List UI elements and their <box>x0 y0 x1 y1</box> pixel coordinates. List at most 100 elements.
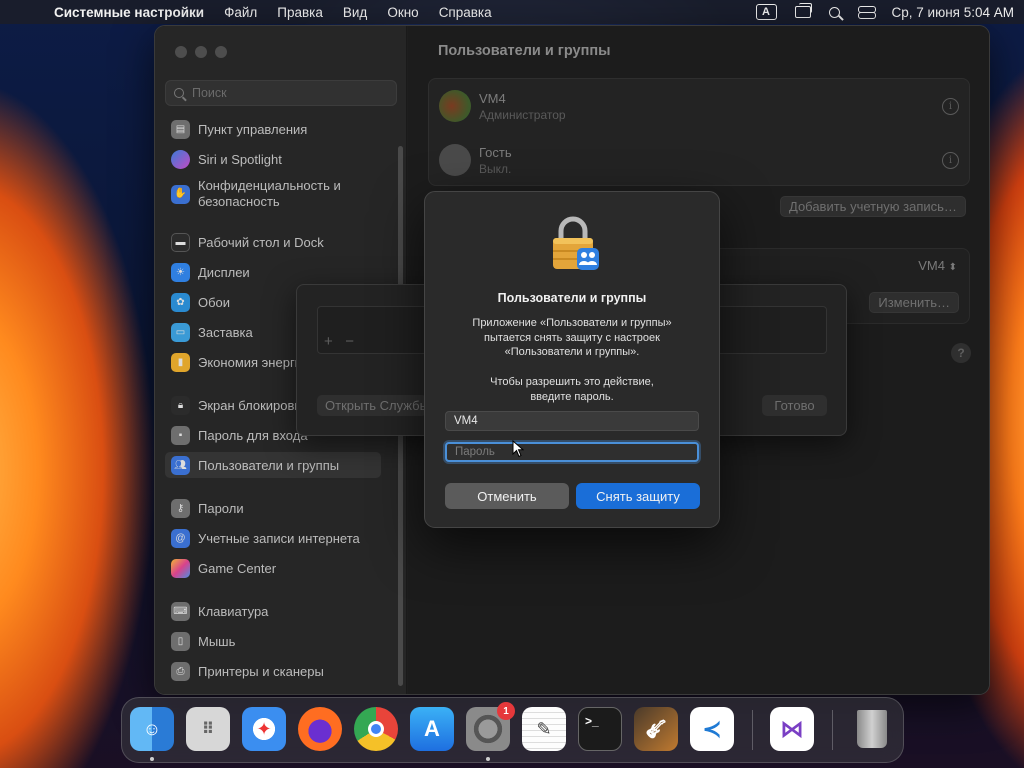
mouse-icon: ▯ <box>171 631 190 651</box>
avatar <box>439 90 471 122</box>
user-name: Гость <box>479 144 512 160</box>
sidebar-item-control-center[interactable]: ▤ Пункт управления <box>165 116 381 142</box>
sidebar-item-displays[interactable]: ☀ Дисплеи <box>165 259 381 285</box>
cancel-button[interactable]: Отменить <box>445 483 569 509</box>
sidebar-item-label: Пароли <box>198 500 244 516</box>
terminal-icon[interactable]: >_ <box>578 707 622 751</box>
running-indicator <box>150 757 154 761</box>
help-button[interactable]: ? <box>951 343 971 363</box>
siri-icon <box>171 149 190 169</box>
sidebar-item-mouse[interactable]: ▯ Мышь <box>165 628 381 654</box>
dialog-prompt-line: Чтобы разрешить это действие, <box>490 376 654 388</box>
key-icon: ⚷ <box>171 498 190 518</box>
table-tools: + − <box>324 333 354 350</box>
auto-login-select[interactable]: VM4 ⬍ <box>918 258 957 273</box>
chevron-updown-icon: ⬍ <box>948 262 957 273</box>
open-services-button[interactable]: Открыть Службы <box>317 395 427 416</box>
sidebar-item-label: Пароль для входа <box>198 427 308 443</box>
sidebar-item-internet-accounts[interactable]: @ Учетные записи интернета <box>165 525 381 551</box>
user-row-guest[interactable]: Гость Выкл. i <box>439 137 959 183</box>
sidebar-item-users-groups[interactable]: 👥︎ Пользователи и группы <box>165 452 381 478</box>
user-name: VM4 <box>479 90 506 106</box>
garageband-icon[interactable]: 🎸︎ <box>634 707 678 751</box>
page-title: Пользователи и группы <box>438 43 611 59</box>
minimize-window-button[interactable] <box>195 46 207 58</box>
firefox-icon[interactable] <box>298 707 342 751</box>
unlock-button[interactable]: Снять защиту <box>576 483 700 509</box>
menu-help[interactable]: Справка <box>439 5 492 20</box>
search-input[interactable] <box>192 86 382 100</box>
lock-screen-icon: 🔒︎ <box>171 395 190 415</box>
remove-icon[interactable]: − <box>345 333 354 350</box>
auto-login-value: VM4 <box>918 258 945 273</box>
sidebar-item-label: Экономия энергии <box>198 354 310 370</box>
flower-icon: ✿ <box>171 292 190 312</box>
sidebar-item-label: Заставка <box>198 324 253 340</box>
sidebar-item-label: Учетные записи интернета <box>198 530 360 546</box>
chrome-icon[interactable] <box>354 707 398 751</box>
sidebar-item-printers[interactable]: ⎙ Принтеры и сканеры <box>165 658 381 684</box>
users-icon: 👥︎ <box>171 455 190 475</box>
trash-icon[interactable] <box>850 707 894 751</box>
add-account-button[interactable]: Добавить учетную запись… <box>780 196 966 217</box>
textedit-icon[interactable]: ✎ <box>522 707 566 751</box>
sidebar-item-label: Экран блокировки <box>198 397 308 413</box>
menu-edit[interactable]: Правка <box>277 5 323 20</box>
info-icon[interactable]: i <box>942 151 959 169</box>
menu-view[interactable]: Вид <box>343 5 367 20</box>
done-button[interactable]: Готово <box>762 395 827 416</box>
sidebar-item-label: Конфиденциальность и безопасность <box>198 178 341 209</box>
sidebar-search[interactable] <box>165 80 397 106</box>
visual-studio-icon[interactable]: ⋈ <box>770 707 814 751</box>
username-field[interactable] <box>445 411 699 431</box>
finder-icon[interactable]: ☺ <box>130 707 174 751</box>
dialog-message: Приложение «Пользователи и группы» пытае… <box>445 316 699 360</box>
user-role: Выкл. <box>479 161 512 176</box>
sidebar-item-game-center[interactable]: Game Center <box>165 555 381 581</box>
avatar <box>439 144 471 176</box>
sidebar-item-desktop-dock[interactable]: ▬ Рабочий стол и Dock <box>165 229 381 255</box>
spotlight-search-icon[interactable] <box>828 6 840 18</box>
dialog-message-line: Приложение «Пользователи и группы» <box>472 317 672 329</box>
sidebar-item-label: Мышь <box>198 633 236 649</box>
menu-app-name[interactable]: Системные настройки <box>54 5 204 20</box>
launchpad-icon[interactable]: ⠿ <box>186 707 230 751</box>
sidebar-item-keyboard[interactable]: ⌨ Клавиатура <box>165 598 381 624</box>
sidebar-item-label: Siri и Spotlight <box>198 151 282 167</box>
dialog-prompt: Чтобы разрешить это действие, введите па… <box>445 375 699 404</box>
sidebar-item-label: Пользователи и группы <box>198 457 340 473</box>
sidebar-item-passwords[interactable]: ⚷ Пароли <box>165 495 381 521</box>
dock-separator <box>832 710 833 750</box>
menu-file[interactable]: Файл <box>224 5 257 20</box>
lock-icon <box>553 216 599 270</box>
info-icon[interactable]: i <box>942 97 959 115</box>
printer-icon: ⎙ <box>171 661 190 681</box>
input-source-icon[interactable]: A <box>755 4 777 20</box>
sidebar-item-privacy[interactable]: ✋ Конфиденциальность и безопасность <box>165 175 381 213</box>
dock-icon: ▬ <box>171 232 190 252</box>
password-field[interactable] <box>445 442 699 462</box>
add-icon[interactable]: + <box>324 333 333 350</box>
zoom-window-button[interactable] <box>215 46 227 58</box>
window-controls <box>175 46 227 58</box>
app-store-icon[interactable]: A <box>410 707 454 751</box>
sidebar-item-label: Принтеры и сканеры <box>198 663 324 679</box>
menu-bar-clock[interactable]: Ср, 7 июня 5:04 AM <box>892 5 1014 20</box>
at-icon: @ <box>171 528 190 548</box>
control-center-icon[interactable] <box>857 5 876 19</box>
user-row-admin[interactable]: VM4 Администратор i <box>439 83 959 129</box>
vscode-icon[interactable]: ≺ <box>690 707 734 751</box>
sidebar-item-siri[interactable]: Siri и Spotlight <box>165 146 381 172</box>
sidebar-item-label: Game Center <box>198 560 277 576</box>
close-window-button[interactable] <box>175 46 187 58</box>
edit-button[interactable]: Изменить… <box>869 292 959 313</box>
dialog-title: Пользователи и группы <box>497 291 647 305</box>
users-list: VM4 Администратор i Гость Выкл. i <box>428 78 970 186</box>
system-settings-icon[interactable]: 1 <box>466 702 515 751</box>
lock-icon: ▪ <box>171 425 190 445</box>
safari-icon[interactable]: ✦ <box>242 707 286 751</box>
notification-badge: 1 <box>497 702 515 720</box>
menu-window[interactable]: Окно <box>387 5 418 20</box>
mouse-cursor-icon <box>512 440 524 458</box>
screen-mirroring-icon[interactable] <box>794 3 812 18</box>
